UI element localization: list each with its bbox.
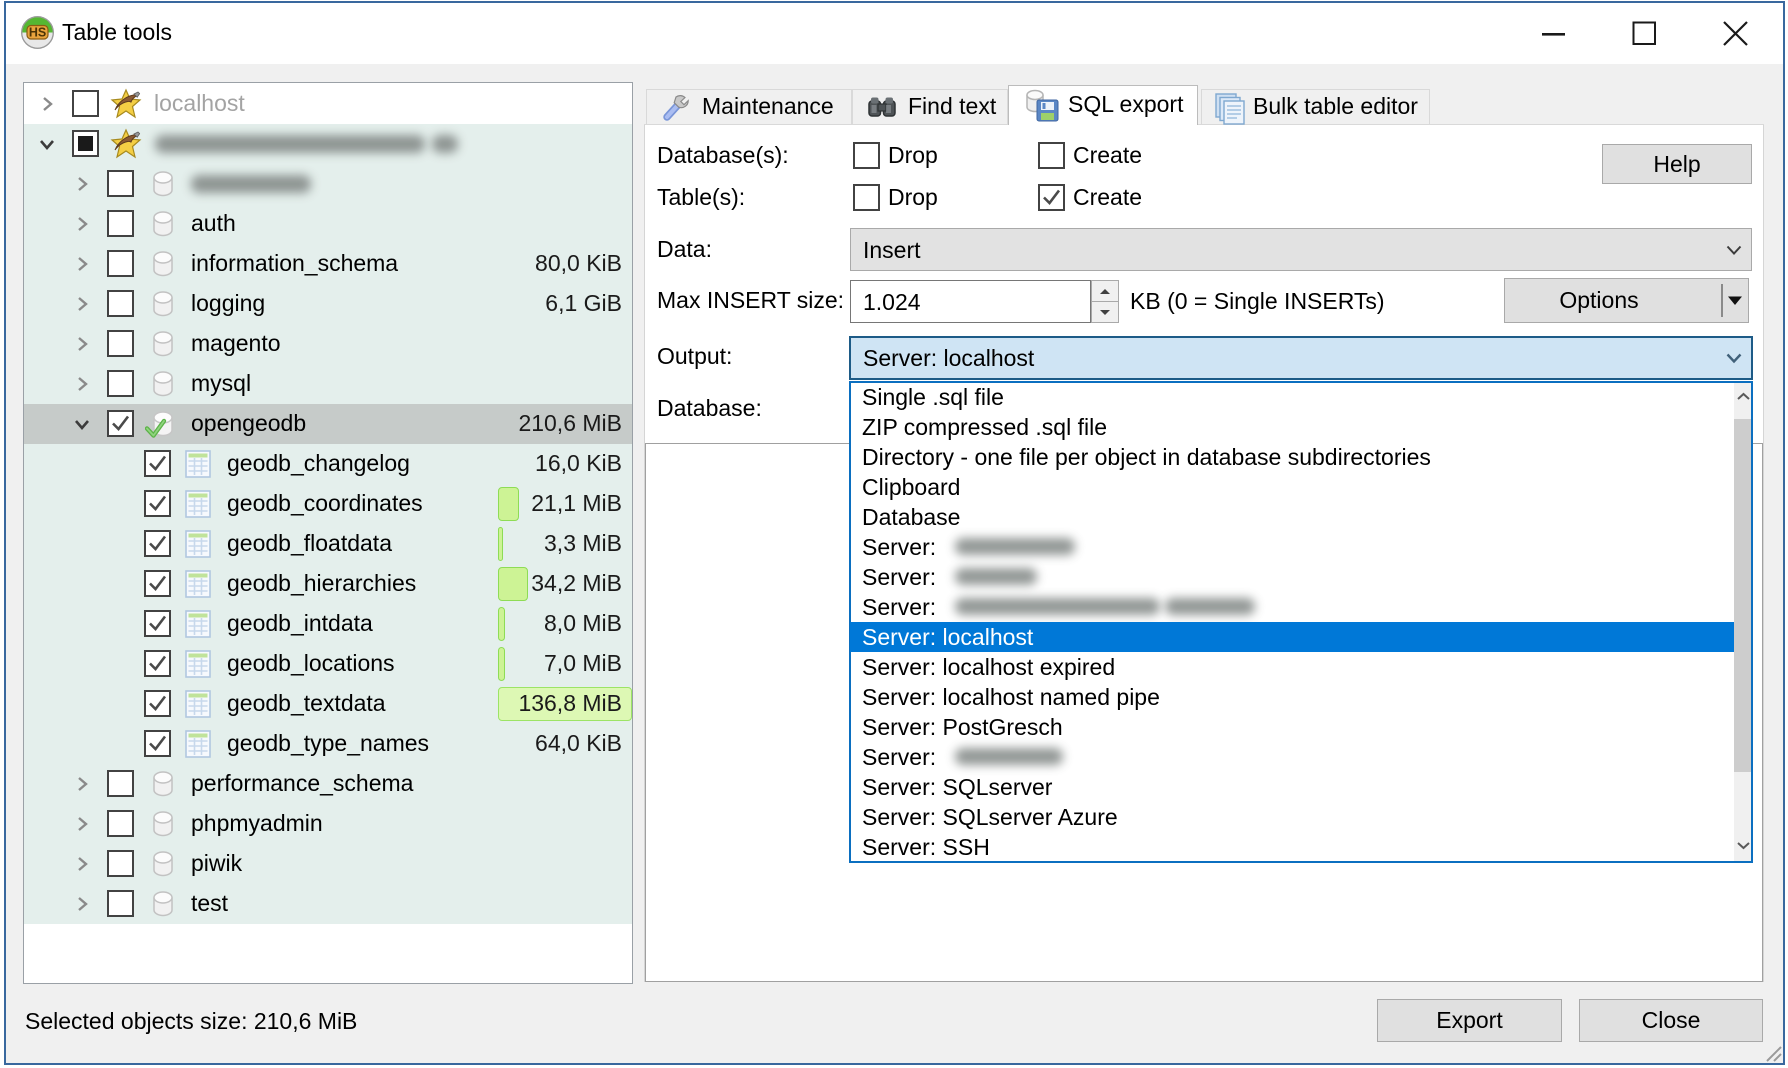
svg-text:HS: HS (29, 26, 46, 40)
